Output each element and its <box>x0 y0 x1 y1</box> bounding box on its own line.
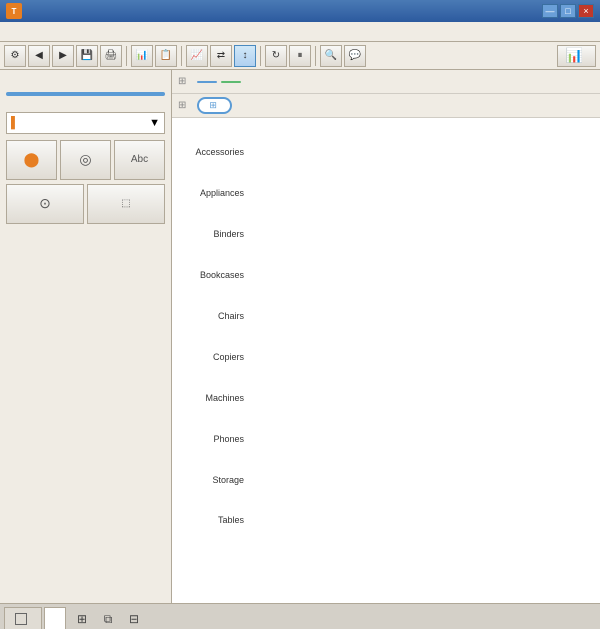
menu-worksheet[interactable] <box>32 31 44 33</box>
toolbar-highlight[interactable]: 🔍 <box>320 45 342 67</box>
chart-container: Accessories Appliances Binders Bookcases… <box>172 118 600 603</box>
toolbar-pause[interactable]: ⏸ <box>289 45 311 67</box>
menu-dashboard[interactable] <box>46 31 58 33</box>
label-chairs: Chairs <box>180 307 248 325</box>
columns-sales-pill[interactable] <box>221 81 241 83</box>
detail-icon: ⊙ <box>39 195 51 212</box>
separator-4 <box>315 46 316 66</box>
title-bar: T — □ × <box>0 0 600 22</box>
label-phones: Phones <box>180 430 248 448</box>
separator-3 <box>260 46 261 66</box>
new-dashboard-button[interactable]: ⊟ <box>124 609 144 629</box>
menu-format[interactable] <box>102 31 114 33</box>
toolbar-print[interactable]: 🖨 <box>100 45 122 67</box>
separator-1 <box>126 46 127 66</box>
window-controls: — □ × <box>542 4 594 18</box>
datasource-checkbox[interactable] <box>15 613 27 625</box>
columns-label: ⊞ <box>178 76 189 87</box>
label-binders: Binders <box>180 225 248 243</box>
marks-label-btn[interactable]: Abc <box>114 140 165 180</box>
show-me-icon: 📊 <box>566 47 583 64</box>
maximize-button[interactable]: □ <box>560 4 576 18</box>
label-machines: Machines <box>180 389 248 407</box>
marks-row-2: ⊙ ⬚ <box>6 184 165 224</box>
toolbar-tooltip[interactable]: 💬 <box>344 45 366 67</box>
tab-datasource[interactable] <box>4 607 42 629</box>
separator-2 <box>181 46 182 66</box>
color-icon: ⬤ <box>24 151 40 168</box>
columns-row: ⊞ <box>172 70 600 94</box>
label-storage: Storage <box>180 471 248 489</box>
marks-buttons-grid: ⬤ ◎ Abc <box>6 140 165 180</box>
marks-detail-btn[interactable]: ⊙ <box>6 184 84 224</box>
toolbar-back[interactable]: ◀ <box>28 45 50 67</box>
menu-file[interactable] <box>4 31 16 33</box>
minimize-button[interactable]: — <box>542 4 558 18</box>
size-icon: ◎ <box>79 151 91 168</box>
label-icon: Abc <box>131 154 148 165</box>
label-bookcases: Bookcases <box>180 266 248 284</box>
filters-section <box>6 88 165 96</box>
show-me-button[interactable]: 📊 <box>557 45 596 67</box>
rows-subcategory-pill[interactable]: ⊞ <box>197 97 232 114</box>
marks-size-btn[interactable]: ◎ <box>60 140 111 180</box>
chart-panels <box>248 132 596 577</box>
menu-window[interactable] <box>130 31 142 33</box>
filter-subcategory[interactable] <box>6 92 165 96</box>
chart-body: Accessories Appliances Binders Bookcases… <box>180 132 596 577</box>
toolbar-new-sheet[interactable]: 📊 <box>131 45 153 67</box>
menu-story[interactable] <box>60 31 72 33</box>
menu-analysis[interactable] <box>74 31 86 33</box>
menu-data[interactable] <box>18 31 30 33</box>
toolbar: ⚙ ◀ ▶ 💾 🖨 📊 📋 📈 ⇄ ↕ ↻ ⏸ 🔍 💬 📊 <box>0 42 600 70</box>
rows-row: ⊞ ⊞ <box>172 94 600 118</box>
canvas-area: ⊞ ⊞ ⊞ Accessories Applia <box>172 70 600 603</box>
app-icon: T <box>6 3 22 19</box>
toolbar-duplicate[interactable]: 📋 <box>155 45 177 67</box>
duplicate-sheet-button[interactable]: ⧉ <box>98 609 118 629</box>
toolbar-chart-type[interactable]: 📈 <box>186 45 208 67</box>
columns-segment-pill[interactable] <box>197 81 217 83</box>
tab-bar: ⊞ ⧉ ⊟ <box>0 603 600 629</box>
label-accessories: Accessories <box>180 143 248 161</box>
dropdown-arrow: ▼ <box>149 117 160 129</box>
marks-color-btn[interactable]: ⬤ <box>6 140 57 180</box>
tooltip-icon: ⬚ <box>121 198 130 209</box>
menu-bar <box>0 22 600 42</box>
rows-label: ⊞ <box>178 100 189 111</box>
new-sheet-button[interactable]: ⊞ <box>72 609 92 629</box>
toolbar-forward[interactable]: ▶ <box>52 45 74 67</box>
toolbar-refresh[interactable]: ↻ <box>265 45 287 67</box>
toolbar-sort-asc[interactable]: ↕ <box>234 45 256 67</box>
menu-map[interactable] <box>88 31 100 33</box>
label-copiers: Copiers <box>180 348 248 366</box>
menu-server[interactable] <box>116 31 128 33</box>
marks-tooltip-btn[interactable]: ⬚ <box>87 184 165 224</box>
close-button[interactable]: × <box>578 4 594 18</box>
label-appliances: Appliances <box>180 184 248 202</box>
pages-section <box>6 76 165 80</box>
marks-section: ▌ ▼ ⬤ ◎ Abc ⊙ <box>6 108 165 224</box>
tab-sheet1[interactable] <box>44 607 66 629</box>
plus-icon: ⊞ <box>209 100 217 111</box>
main-area: ▌ ▼ ⬤ ◎ Abc ⊙ <box>0 70 600 603</box>
marks-type-dropdown[interactable]: ▌ ▼ <box>6 112 165 134</box>
menu-help[interactable] <box>144 31 156 33</box>
toolbar-swap[interactable]: ⇄ <box>210 45 232 67</box>
toolbar-save[interactable]: 💾 <box>76 45 98 67</box>
subcategory-labels: Accessories Appliances Binders Bookcases… <box>180 132 248 577</box>
label-tables: Tables <box>180 511 248 529</box>
left-panel: ▌ ▼ ⬤ ◎ Abc ⊙ <box>0 70 172 603</box>
toolbar-new-datasource[interactable]: ⚙ <box>4 45 26 67</box>
